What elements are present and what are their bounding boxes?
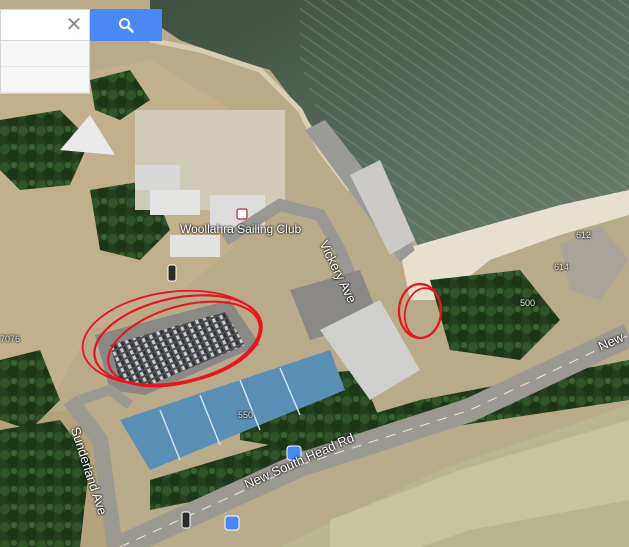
search-result-row[interactable] xyxy=(1,67,89,93)
street-number-614: 614 xyxy=(554,262,570,272)
sailing-club-label[interactable]: Woollahra Sailing Club xyxy=(180,222,301,236)
search-box: ✕ xyxy=(0,9,90,41)
traffic-light-icon-2[interactable] xyxy=(167,264,177,282)
search-button[interactable] xyxy=(90,9,162,41)
traffic-light-icon[interactable] xyxy=(181,511,191,529)
clear-search-button[interactable]: ✕ xyxy=(63,14,85,36)
place-marker-icon[interactable] xyxy=(236,208,248,220)
search-input[interactable] xyxy=(1,10,59,40)
building-4 xyxy=(170,235,220,257)
street-number-500: 500 xyxy=(520,298,536,308)
building-1 xyxy=(150,190,200,215)
search-icon xyxy=(119,18,134,33)
bus-stop-icon[interactable] xyxy=(224,515,240,531)
building-3 xyxy=(135,165,180,190)
search-result-row[interactable] xyxy=(1,41,89,67)
street-number-7076: 7076 xyxy=(0,334,21,344)
street-number-550: 550 xyxy=(238,410,254,420)
search-results-panel xyxy=(0,41,90,94)
street-number-612: 612 xyxy=(576,230,592,240)
